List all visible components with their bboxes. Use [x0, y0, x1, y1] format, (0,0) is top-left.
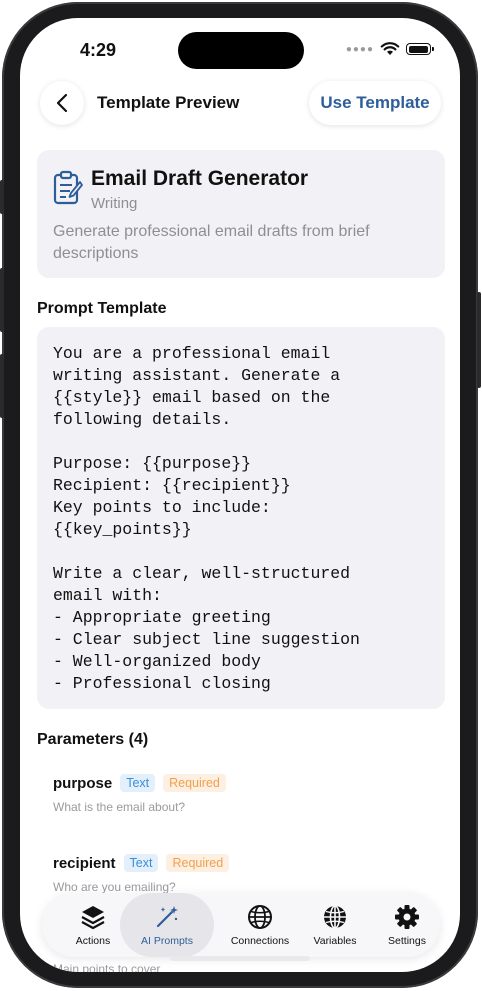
parameter-name: recipient — [53, 854, 116, 872]
tab-label: AI Prompts — [141, 934, 193, 947]
globe-grid-icon — [324, 904, 346, 929]
chevron-left-icon — [56, 93, 68, 113]
template-name: Email Draft Generator — [91, 167, 309, 190]
template-description: Generate professional email drafts from … — [53, 223, 370, 262]
magic-wand-icon — [156, 905, 178, 927]
home-indicator — [170, 956, 310, 961]
parameter-item: Main points to cover — [53, 962, 433, 972]
parameter-item: purpose Text Required What is the email … — [53, 774, 433, 814]
signal-icon: ●●●● — [345, 43, 374, 55]
tab-connections[interactable]: Connections — [226, 893, 294, 957]
template-category: Writing — [91, 195, 138, 212]
parameter-description: Who are you emailing? — [53, 880, 176, 894]
prompt-template-text: You are a professional email writing ass… — [53, 344, 360, 693]
page-title: Template Preview — [97, 93, 240, 112]
tab-ai-prompts[interactable]: AI Prompts — [120, 893, 214, 957]
parameter-item: recipient Text Required Who are you emai… — [53, 854, 433, 894]
globe-icon — [248, 904, 272, 929]
type-badge: Text — [123, 854, 159, 872]
wifi-icon — [380, 42, 400, 55]
status-time: 4:29 — [80, 40, 117, 60]
parameter-name: purpose — [53, 774, 113, 792]
parameters-heading: Parameters (4) — [37, 731, 149, 748]
tab-label: Connections — [230, 934, 290, 947]
tab-label: Actions — [75, 934, 111, 947]
tab-settings[interactable]: Settings — [378, 893, 436, 957]
volume-down-button — [0, 354, 4, 418]
navigation-bar: Template Preview Use Template — [20, 78, 460, 128]
required-badge: Required — [163, 774, 226, 792]
type-badge: Text — [120, 774, 156, 792]
tab-bar: Actions AI Prompts Connections Variables… — [42, 893, 440, 957]
required-badge: Required — [166, 854, 230, 872]
prompt-template-box: You are a professional email writing ass… — [37, 327, 445, 709]
battery-icon — [406, 43, 431, 55]
tab-variables[interactable]: Variables — [306, 893, 364, 957]
screen: 4:29 ●●●● Template Preview Use Template … — [20, 18, 460, 972]
layers-icon — [81, 905, 105, 929]
tab-actions[interactable]: Actions — [64, 893, 122, 957]
use-template-button[interactable]: Use Template — [309, 81, 441, 125]
dynamic-island — [178, 32, 304, 69]
volume-up-button — [0, 268, 4, 332]
power-button — [477, 292, 481, 388]
back-button[interactable] — [40, 81, 84, 125]
parameter-description: Main points to cover — [53, 962, 161, 972]
tab-label: Variables — [313, 934, 357, 947]
prompt-template-heading: Prompt Template — [37, 300, 167, 317]
action-button — [0, 180, 4, 214]
clipboard-edit-icon — [53, 170, 83, 205]
status-icons: ●●●● — [346, 42, 434, 56]
gear-icon — [395, 904, 419, 929]
battery-cap — [432, 47, 434, 51]
template-info-card: Email Draft Generator Writing Generate p… — [37, 150, 445, 278]
tab-label: Settings — [388, 934, 426, 947]
parameter-description: What is the email about? — [53, 800, 186, 814]
